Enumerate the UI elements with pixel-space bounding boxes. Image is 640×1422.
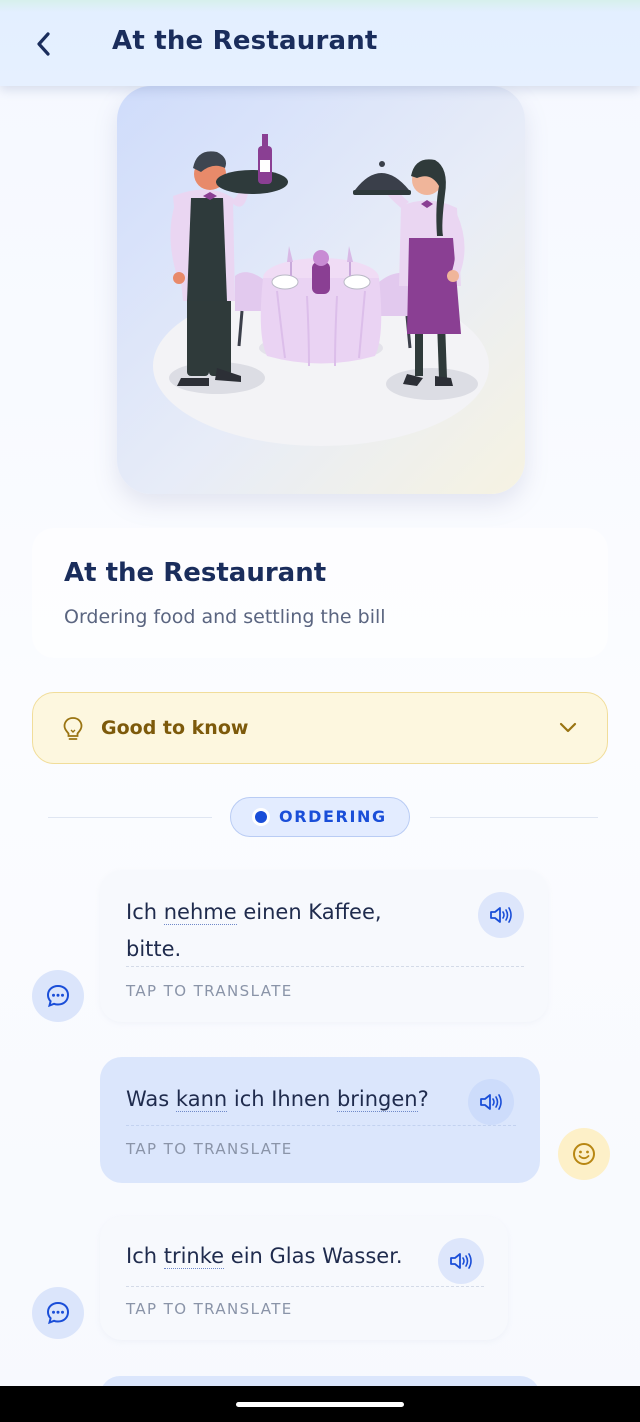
divider-left bbox=[48, 817, 212, 818]
phrase-text: Ich nehme einen Kaffee, bitte. bbox=[126, 894, 382, 968]
phrase-part: Ich bbox=[126, 1244, 164, 1268]
lightbulb-icon bbox=[63, 717, 83, 740]
smile-icon bbox=[573, 1143, 595, 1165]
bubble-divider bbox=[126, 1286, 484, 1287]
chat-bubble-icon bbox=[46, 984, 70, 1008]
chat-avatar bbox=[32, 1287, 84, 1339]
phrase-text: Was kann ich Ihnen bringen? bbox=[126, 1081, 429, 1118]
app-header: At the Restaurant bbox=[0, 0, 640, 86]
phrase-part: ich Ihnen bbox=[227, 1087, 337, 1111]
topic-title: At the Restaurant bbox=[64, 558, 327, 588]
back-button[interactable] bbox=[26, 26, 62, 62]
chat-bubble-icon bbox=[46, 1301, 70, 1325]
vocab-word[interactable]: trinke bbox=[163, 1244, 225, 1269]
home-indicator[interactable] bbox=[236, 1402, 404, 1407]
phrase-text: Ich trinke ein Glas Wasser. bbox=[126, 1238, 403, 1275]
speaker-icon bbox=[490, 907, 512, 923]
message-bubble[interactable]: Ich trinke ein Glas Wasser. TAP TO TRANS… bbox=[100, 1216, 508, 1340]
phrase-part: ? bbox=[417, 1087, 429, 1111]
section-pill: ORDERING bbox=[230, 797, 410, 837]
smile-avatar bbox=[558, 1128, 610, 1180]
phrase-part: bitte. bbox=[126, 937, 182, 961]
lesson-illustration bbox=[117, 86, 525, 494]
message-bubble[interactable]: Was kann ich Ihnen bringen? TAP TO TRANS… bbox=[100, 1057, 540, 1183]
play-audio-button[interactable] bbox=[438, 1238, 484, 1284]
vocab-word[interactable]: kann bbox=[175, 1087, 228, 1112]
speaker-icon bbox=[480, 1094, 502, 1110]
phrase-part: ein Glas Wasser. bbox=[224, 1244, 403, 1268]
message-bubble[interactable]: Ich nehme einen Kaffee, bitte. TAP TO TR… bbox=[100, 870, 548, 1022]
bubble-divider bbox=[126, 966, 524, 967]
phrase-part: Was bbox=[126, 1087, 176, 1111]
vocab-word[interactable]: bringen bbox=[336, 1087, 418, 1112]
section-label: ORDERING bbox=[279, 807, 387, 826]
good-to-know-label: Good to know bbox=[101, 717, 249, 739]
chevron-left-icon bbox=[37, 32, 50, 56]
phrase-part: einen Kaffee, bbox=[236, 900, 382, 924]
play-audio-button[interactable] bbox=[478, 892, 524, 938]
tap-to-translate[interactable]: TAP TO TRANSLATE bbox=[126, 1300, 293, 1318]
good-to-know-panel[interactable]: Good to know bbox=[32, 692, 608, 764]
section-dot bbox=[255, 811, 267, 823]
vocab-word[interactable]: nehme bbox=[163, 900, 237, 925]
chat-avatar bbox=[32, 970, 84, 1022]
tap-to-translate[interactable]: TAP TO TRANSLATE bbox=[126, 1140, 293, 1158]
divider-right bbox=[430, 817, 598, 818]
chevron-down-icon bbox=[559, 722, 577, 733]
bubble-divider bbox=[126, 1125, 516, 1126]
phrase-part: Ich bbox=[126, 900, 164, 924]
play-audio-button[interactable] bbox=[468, 1079, 514, 1125]
speaker-icon bbox=[450, 1253, 472, 1269]
topic-subtitle: Ordering food and settling the bill bbox=[64, 606, 386, 628]
tap-to-translate[interactable]: TAP TO TRANSLATE bbox=[126, 982, 293, 1000]
topic-card: At the Restaurant Ordering food and sett… bbox=[32, 528, 608, 658]
header-title: At the Restaurant bbox=[112, 26, 378, 56]
